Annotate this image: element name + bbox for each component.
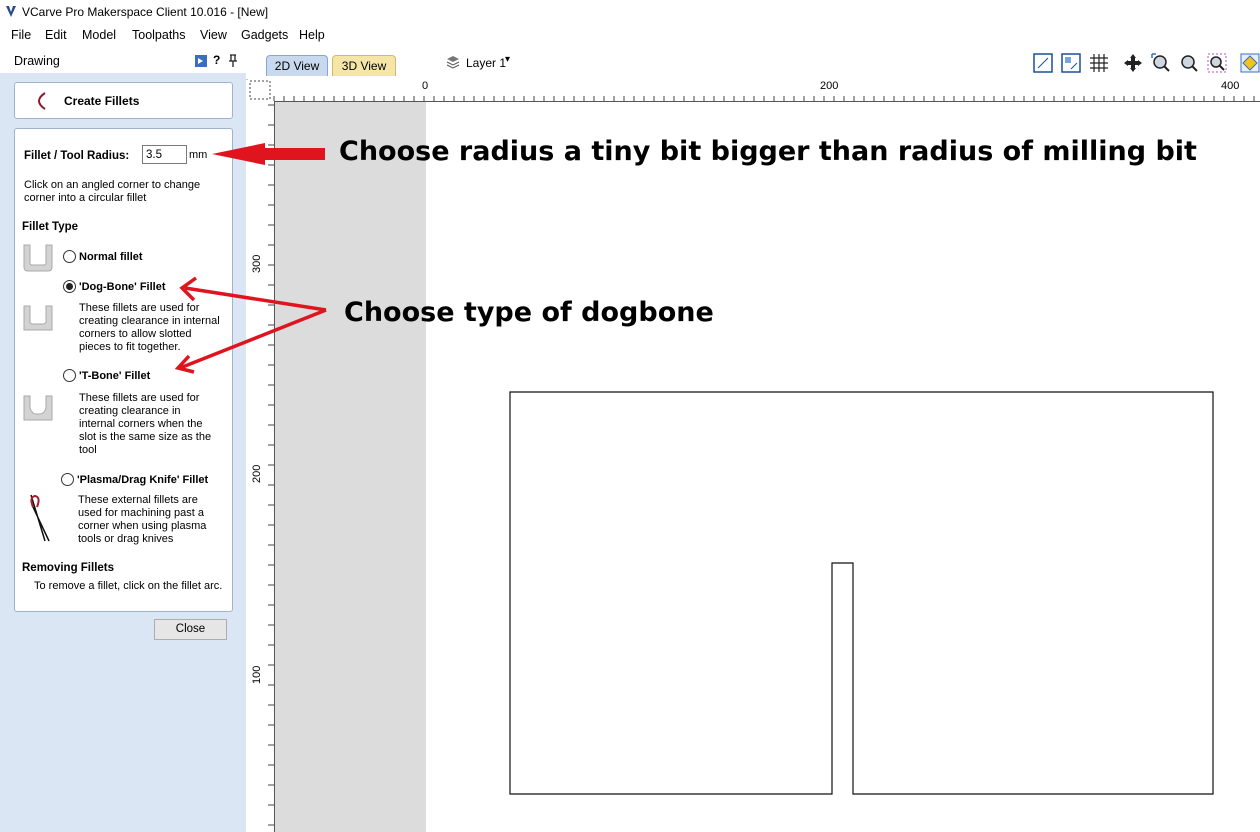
layer-dropdown[interactable]: Layer 1: [466, 56, 506, 70]
drag-knife-icon: [30, 494, 50, 542]
option-label[interactable]: Normal fillet: [79, 251, 143, 264]
zoom-in-icon[interactable]: [1179, 53, 1199, 73]
ruler-label: 200: [251, 464, 263, 483]
snap-icon[interactable]: [1240, 53, 1260, 73]
tab-2d-view[interactable]: 2D View: [266, 55, 328, 76]
option-label[interactable]: 'Plasma/Drag Knife' Fillet: [77, 474, 208, 487]
menu-edit[interactable]: Edit: [45, 28, 67, 42]
fillet-type-heading: Fillet Type: [22, 221, 79, 233]
ruler-label: 100: [251, 665, 263, 684]
ruler-ticks: [249, 80, 1255, 101]
slotted-part-outline[interactable]: [509, 391, 1214, 795]
zoom-box-icon[interactable]: [1151, 53, 1171, 73]
grid-icon[interactable]: [1089, 53, 1109, 73]
menu-view[interactable]: View: [200, 28, 227, 42]
ruler-label: 400: [1221, 80, 1240, 92]
radius-input[interactable]: [142, 145, 187, 164]
tab-3d-view[interactable]: 3D View: [332, 55, 396, 76]
option-desc: These fillets are used for creating clea…: [79, 392, 212, 456]
radio-normal-fillet[interactable]: [63, 250, 76, 263]
option-label[interactable]: 'T-Bone' Fillet: [79, 370, 150, 383]
menu-toolpaths[interactable]: Toolpaths: [132, 28, 186, 42]
type-annotation: Choose type of dogbone: [344, 297, 714, 328]
option-desc: These fillets are used for creating clea…: [79, 302, 220, 353]
removing-heading: Removing Fillets: [22, 562, 115, 574]
option-label[interactable]: 'Dog-Bone' Fillet: [79, 281, 166, 294]
zoom-to-material-icon[interactable]: [1061, 53, 1081, 73]
material-boundary: [275, 102, 426, 832]
help-icon[interactable]: ?: [213, 53, 220, 67]
drawing-panel-header: Drawing ?: [0, 49, 246, 73]
app-logo-icon: [6, 6, 16, 17]
ruler-label: 300: [251, 254, 263, 273]
panel-title: Drawing: [14, 54, 60, 68]
fillet-form: Fillet / Tool Radius: mm Click on an ang…: [14, 128, 233, 612]
removing-text: To remove a fillet, click on the fillet …: [34, 580, 223, 592]
radius-unit: mm: [189, 149, 208, 161]
zoom-out-icon[interactable]: [1207, 53, 1227, 73]
ruler-label: 200: [820, 80, 839, 92]
menu-file[interactable]: File: [11, 28, 31, 42]
fillet-icon: [38, 92, 46, 110]
radius-label: Fillet / Tool Radius:: [24, 150, 130, 162]
normal-fillet-icon: [23, 244, 53, 272]
window-title: VCarve Pro Makerspace Client 10.016 - [N…: [22, 5, 269, 19]
radio-tbone-fillet[interactable]: [63, 369, 76, 382]
layers-icon: [446, 56, 460, 69]
menu-model[interactable]: Model: [82, 28, 116, 42]
form-title: Create Fillets: [64, 94, 140, 108]
menu-help[interactable]: Help: [299, 28, 325, 42]
option-desc: These external fillets are used for mach…: [78, 494, 207, 545]
tbone-fillet-icon: [23, 395, 53, 421]
instruction-text: Click on an angled corner to change corn…: [24, 179, 201, 204]
view-toolbar: 2D View 3D View Layer 1 ▾: [246, 49, 1260, 80]
chevron-down-icon[interactable]: ▾: [505, 54, 510, 65]
form-title-box: Create Fillets: [14, 82, 233, 119]
pin-icon[interactable]: [228, 54, 238, 68]
menu-bar: File Edit Model Toolpaths View Gadgets H…: [0, 24, 1260, 46]
zoom-to-drawing-icon[interactable]: [1033, 53, 1053, 73]
ruler-label: 0: [422, 80, 429, 92]
close-button[interactable]: Close: [154, 619, 227, 640]
radio-plasma-fillet[interactable]: [61, 473, 74, 486]
panel-swap-icon[interactable]: [194, 54, 208, 68]
radius-annotation: Choose radius a tiny bit bigger than rad…: [339, 136, 1197, 167]
horizontal-ruler: 0 200 400: [248, 79, 1260, 102]
pan-icon[interactable]: [1123, 53, 1143, 73]
dogbone-fillet-icon: [23, 305, 53, 331]
title-bar: VCarve Pro Makerspace Client 10.016 - [N…: [0, 0, 1260, 24]
menu-gadgets[interactable]: Gadgets: [241, 28, 288, 42]
radio-dogbone-fillet[interactable]: [63, 280, 76, 293]
vertical-ruler: 300 200 100: [248, 101, 275, 832]
